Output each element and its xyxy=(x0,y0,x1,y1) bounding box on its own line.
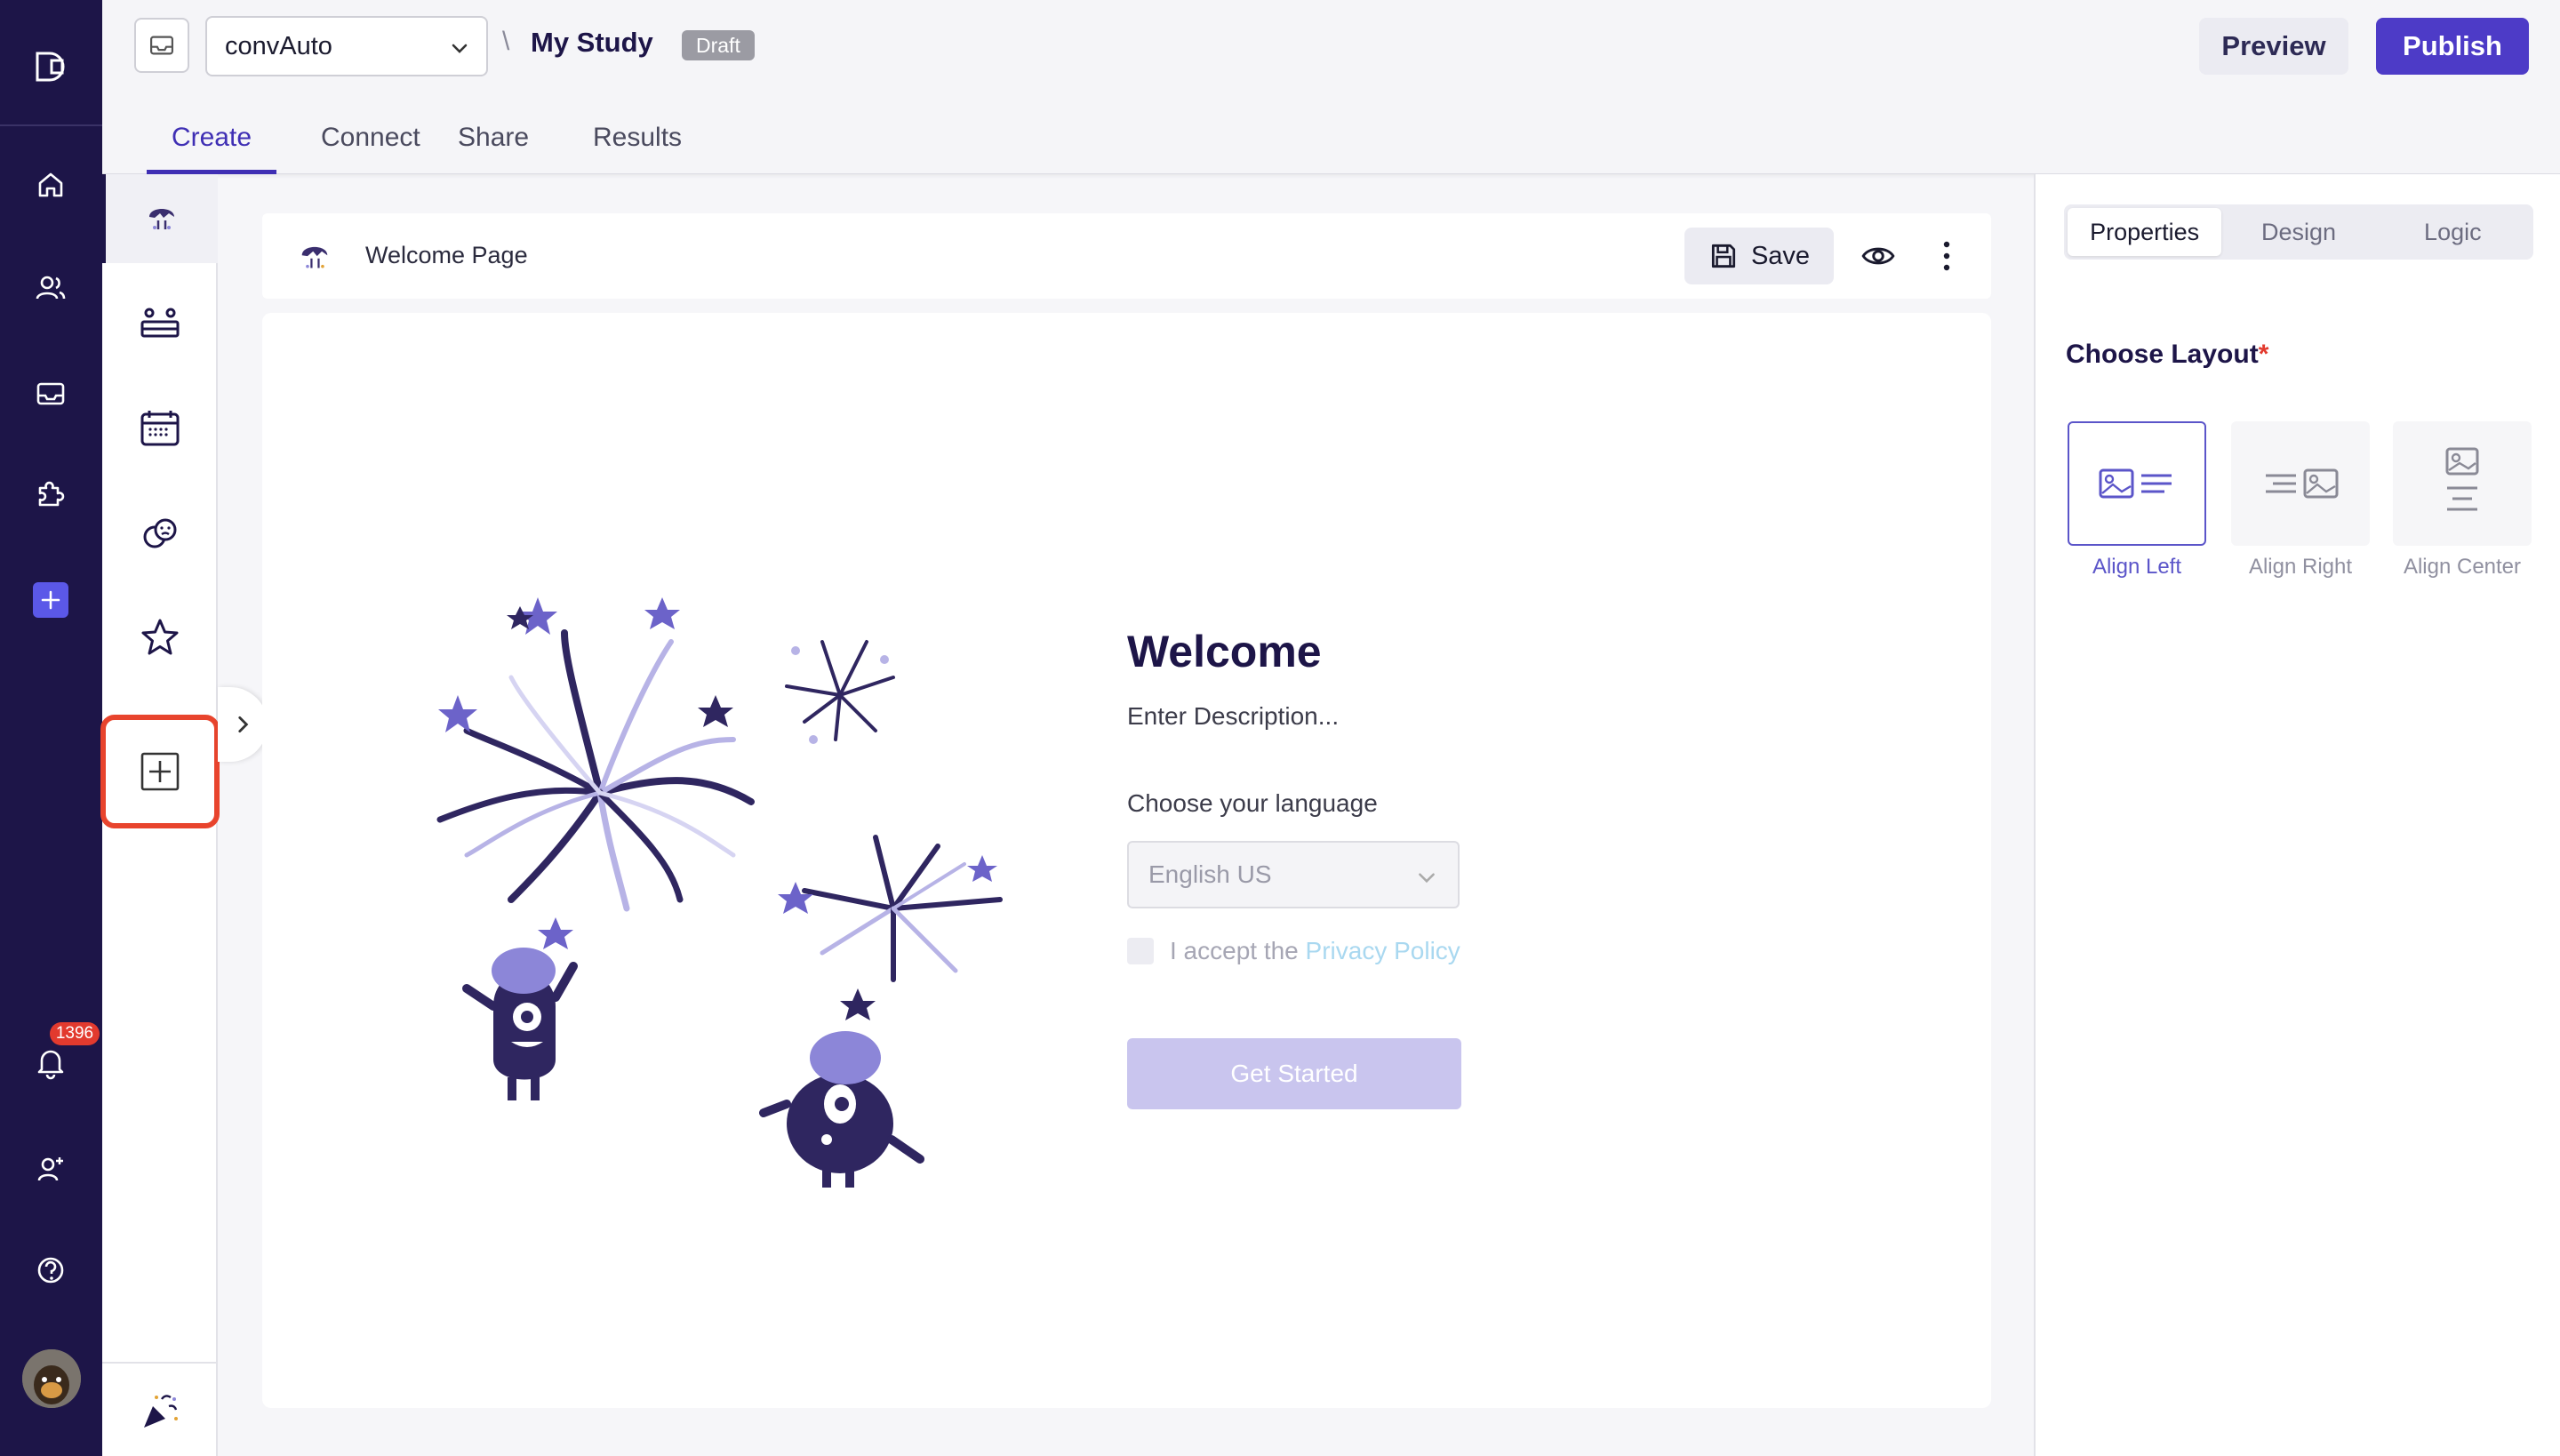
tab-results[interactable]: Results xyxy=(593,114,700,174)
chat-faces-icon xyxy=(143,518,177,548)
chevron-down-icon xyxy=(1419,873,1435,884)
status-badge: Draft xyxy=(682,30,755,60)
add-section-button[interactable] xyxy=(100,715,220,828)
layout-align-right[interactable] xyxy=(2231,421,2370,546)
add-user-icon[interactable] xyxy=(30,1148,71,1189)
notification-badge: 1396 xyxy=(50,1022,100,1045)
tab-create[interactable]: Create xyxy=(147,114,276,174)
inbox-icon xyxy=(149,36,174,55)
more-vertical-icon xyxy=(1943,241,1950,271)
nav-divider xyxy=(0,124,102,126)
app-root: 1396 convAuto \ My Study Draft Preview P… xyxy=(0,0,2560,1456)
page-header: Welcome Page Save xyxy=(262,213,1991,299)
celebration-icon xyxy=(144,1395,178,1428)
section-rating[interactable] xyxy=(102,594,218,683)
panel-tabs: Properties Design Logic xyxy=(2064,204,2533,260)
preview-page-button[interactable] xyxy=(1852,229,1905,283)
inbox-icon[interactable] xyxy=(30,373,71,414)
more-options-button[interactable] xyxy=(1920,229,1973,283)
logo-icon[interactable] xyxy=(30,46,71,87)
add-icon[interactable] xyxy=(33,582,68,618)
workspace-select[interactable]: convAuto xyxy=(205,16,488,76)
page-title: Welcome Page xyxy=(365,242,528,268)
collapse-sidebar-button[interactable] xyxy=(218,687,268,762)
align-right-icon xyxy=(2266,468,2339,499)
section-calendar[interactable] xyxy=(102,384,218,473)
welcome-canvas: Welcome Enter Description... Choose your… xyxy=(262,313,1991,1408)
puzzle-icon[interactable] xyxy=(30,473,71,514)
section-end[interactable] xyxy=(102,1367,218,1456)
breadcrumb-separator: \ xyxy=(502,27,510,56)
properties-panel: Properties Design Logic Choose Layout* A… xyxy=(2034,174,2560,1456)
preview-button[interactable]: Preview xyxy=(2199,18,2348,75)
star-icon xyxy=(141,619,179,655)
layout-align-center[interactable] xyxy=(2393,421,2532,546)
tab-design[interactable]: Design xyxy=(2221,208,2375,256)
intro-icon xyxy=(140,308,180,338)
help-icon[interactable] xyxy=(30,1250,71,1291)
layout-title-text: Choose Layout xyxy=(2066,340,2259,369)
section-sidebar xyxy=(100,174,220,1456)
top-bar: convAuto \ My Study Draft Preview Publis… xyxy=(102,0,2560,174)
layout-align-right-label: Align Right xyxy=(2248,555,2353,579)
welcome-description[interactable]: Enter Description... xyxy=(1127,702,1339,731)
accept-text-group: I accept the Privacy Policy xyxy=(1170,937,1460,965)
save-label: Save xyxy=(1750,241,1811,270)
privacy-consent: I accept the Privacy Policy xyxy=(1127,937,1460,965)
accept-text: I accept the xyxy=(1170,937,1299,964)
language-value: English US xyxy=(1148,860,1272,888)
chevron-right-icon xyxy=(238,716,249,732)
align-center-icon xyxy=(2445,447,2479,511)
avatar[interactable] xyxy=(22,1349,81,1408)
section-intro[interactable] xyxy=(102,279,218,368)
welcome-icon xyxy=(149,209,174,229)
calendar-icon xyxy=(140,411,180,446)
get-started-button[interactable]: Get Started xyxy=(1127,1038,1461,1109)
users-icon[interactable] xyxy=(30,268,71,308)
fireworks-illustration xyxy=(436,597,1003,1188)
chevron-down-icon xyxy=(452,44,468,53)
language-select[interactable]: English US xyxy=(1127,841,1460,908)
tab-properties[interactable]: Properties xyxy=(2068,208,2222,256)
add-section-icon xyxy=(140,752,180,791)
layout-align-center-label: Align Center xyxy=(2403,555,2522,579)
language-label: Choose your language xyxy=(1127,789,1378,817)
main-tabs: Create Connect Share Results xyxy=(147,114,700,174)
bell-icon[interactable] xyxy=(30,1042,71,1083)
save-icon xyxy=(1711,244,1736,268)
privacy-policy-link[interactable]: Privacy Policy xyxy=(1306,937,1460,964)
section-welcome[interactable] xyxy=(102,174,218,263)
publish-button[interactable]: Publish xyxy=(2376,18,2529,75)
required-mark: * xyxy=(2258,340,2269,369)
section-divider xyxy=(102,1362,218,1364)
tab-connect[interactable]: Connect xyxy=(321,114,420,174)
save-button[interactable]: Save xyxy=(1684,228,1834,284)
study-title[interactable]: My Study xyxy=(531,27,653,59)
choose-layout-title: Choose Layout* xyxy=(2066,340,2268,370)
layout-align-left[interactable] xyxy=(2068,421,2206,546)
welcome-icon xyxy=(301,246,328,268)
align-left-icon xyxy=(2099,468,2172,499)
tab-logic[interactable]: Logic xyxy=(2376,208,2530,256)
left-nav: 1396 xyxy=(0,0,102,1456)
workspace-inbox-button[interactable] xyxy=(134,18,189,73)
home-icon[interactable] xyxy=(30,164,71,205)
workspace-name: convAuto xyxy=(225,31,332,60)
eye-icon xyxy=(1861,247,1895,265)
welcome-title[interactable]: Welcome xyxy=(1127,626,1322,677)
accept-checkbox[interactable] xyxy=(1127,938,1154,964)
section-feedback[interactable] xyxy=(102,489,218,578)
tab-share[interactable]: Share xyxy=(458,114,547,174)
layout-align-left-label: Align Left xyxy=(2092,555,2182,579)
